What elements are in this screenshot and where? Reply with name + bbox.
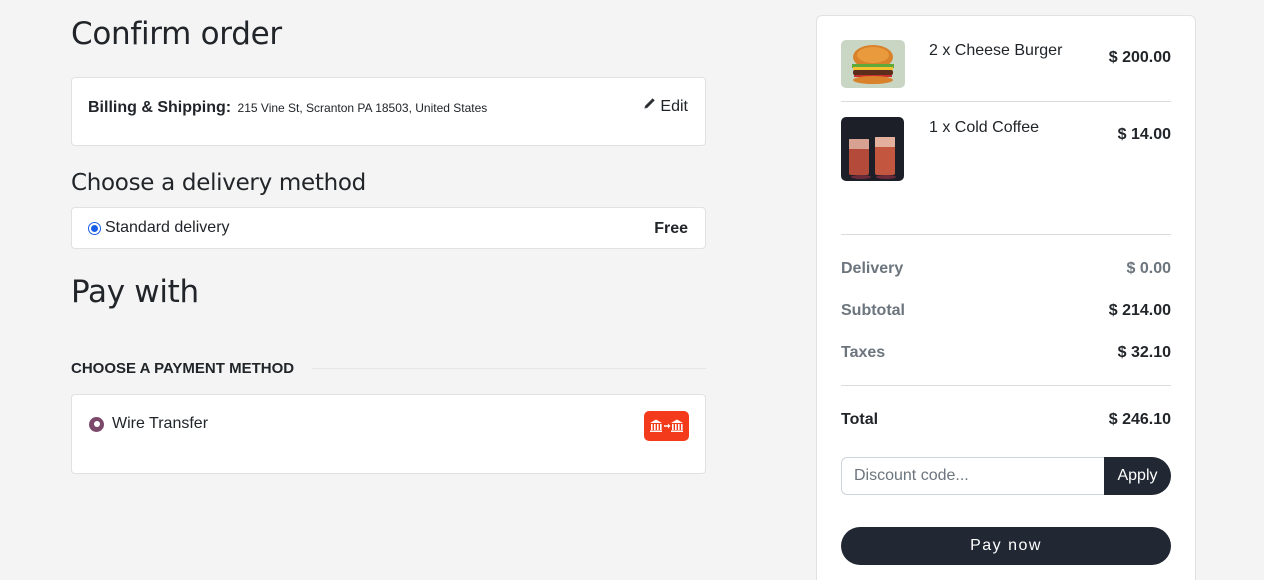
discount-form: Apply xyxy=(841,457,1171,495)
wire-transfer-option[interactable]: Wire Transfer xyxy=(89,415,208,433)
payment-method-card[interactable]: Wire Transfer xyxy=(71,394,706,474)
edit-billing-button[interactable]: Edit xyxy=(642,97,688,116)
item-price: $ 200.00 xyxy=(1108,49,1171,66)
apply-button[interactable]: Apply xyxy=(1104,457,1171,495)
pencil-icon xyxy=(642,97,656,116)
taxes-label: Taxes xyxy=(841,344,886,361)
discount-code-input[interactable] xyxy=(841,457,1104,495)
divider xyxy=(841,101,1171,102)
delivery-option-price: Free xyxy=(654,220,688,237)
billing-label-text: Billing & Shipping: xyxy=(88,99,232,116)
cold-coffee-image xyxy=(841,117,904,181)
delivery-heading: Choose a delivery method xyxy=(71,170,366,196)
standard-delivery-option[interactable]: Standard delivery xyxy=(88,219,230,237)
divider xyxy=(312,368,706,369)
payment-radio[interactable] xyxy=(89,416,104,432)
subtotal-value: $ 214.00 xyxy=(1108,302,1171,319)
divider xyxy=(841,234,1171,235)
billing-address: 215 Vine St, Scranton PA 18503, United S… xyxy=(237,101,488,115)
pay-now-button[interactable]: Pay now xyxy=(841,527,1171,565)
page-title: Confirm order xyxy=(71,16,282,52)
delivery-label: Delivery xyxy=(841,260,904,277)
cheese-burger-image xyxy=(841,40,905,88)
payment-method-header: Choose a payment method xyxy=(71,360,706,377)
total-label: Total xyxy=(841,411,879,428)
delivery-option-card[interactable]: Standard delivery Free xyxy=(71,207,706,249)
billing-label: Billing & Shipping: 215 Vine St, Scranto… xyxy=(88,99,487,117)
order-summary: 2 x Cheese Burger $ 200.00 1 x Cold Coff… xyxy=(816,15,1196,580)
item-price: $ 14.00 xyxy=(1117,126,1171,143)
divider xyxy=(841,385,1171,386)
item-name: 1 x Cold Coffee xyxy=(929,119,1039,136)
order-item: 2 x Cheese Burger $ 200.00 xyxy=(841,40,1171,104)
total-value: $ 246.10 xyxy=(1108,411,1171,428)
delivery-option-label: Standard delivery xyxy=(105,219,230,236)
subtotal-label: Subtotal xyxy=(841,302,905,319)
order-item: 1 x Cold Coffee $ 14.00 xyxy=(841,117,1171,181)
pay-with-heading: Pay with xyxy=(71,274,199,310)
payment-method-label: Wire Transfer xyxy=(112,415,209,432)
bank-transfer-icon xyxy=(644,411,689,441)
edit-label: Edit xyxy=(660,97,688,115)
delivery-value: $ 0.00 xyxy=(1126,260,1171,277)
payment-method-header-text: Choose a payment method xyxy=(71,360,295,377)
item-name: 2 x Cheese Burger xyxy=(929,42,1063,59)
taxes-value: $ 32.10 xyxy=(1117,344,1171,361)
billing-shipping-card: Billing & Shipping: 215 Vine St, Scranto… xyxy=(71,77,706,146)
delivery-radio[interactable] xyxy=(88,221,101,235)
